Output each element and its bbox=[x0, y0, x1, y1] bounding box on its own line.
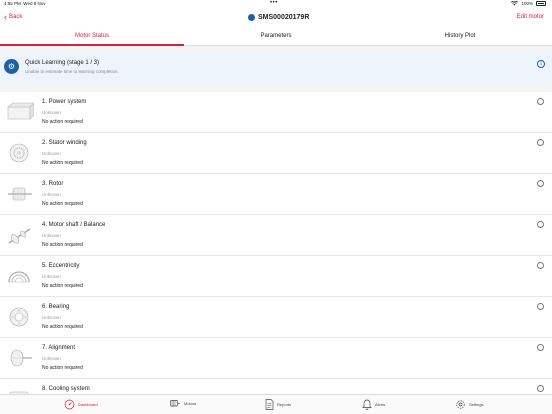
item-status: Unknown bbox=[42, 274, 61, 279]
motor-id: SMS00020179R bbox=[258, 14, 310, 21]
radio-indicator-icon[interactable] bbox=[537, 344, 544, 351]
motor-status-dot-icon bbox=[248, 14, 255, 21]
page-title: SMS00020179R bbox=[248, 14, 309, 21]
item-name: 6. Bearing bbox=[42, 304, 70, 310]
tab-parameters[interactable]: Parameters bbox=[184, 30, 368, 45]
item-name: 2. Stator winding bbox=[42, 140, 87, 146]
learning-title: Quick Learning (stage 1 / 3) bbox=[25, 60, 100, 66]
item-name: 8. Cooling system bbox=[42, 386, 90, 392]
rotor-icon bbox=[8, 187, 32, 201]
list-item[interactable]: 5. Eccentricity Unknown No action requir… bbox=[0, 256, 552, 297]
item-status: Unknown bbox=[42, 356, 61, 361]
dashboard-icon bbox=[64, 399, 75, 410]
list-item[interactable]: 4. Motor shaft / Balance Unknown No acti… bbox=[0, 215, 552, 256]
motor-shaft-icon bbox=[8, 228, 31, 244]
radio-indicator-icon[interactable] bbox=[537, 98, 544, 105]
bearing-icon bbox=[9, 307, 29, 327]
radio-indicator-icon[interactable] bbox=[537, 139, 544, 146]
reports-icon bbox=[265, 399, 274, 410]
battery-percent: 100% bbox=[521, 1, 533, 6]
alerts-icon bbox=[362, 399, 372, 410]
tab-label: Settings bbox=[469, 402, 484, 407]
list-item[interactable]: 3. Rotor Unknown No action required bbox=[0, 174, 552, 215]
item-action: No action required bbox=[42, 283, 83, 289]
segment-tabs: Motor Status Parameters History Plot bbox=[0, 30, 552, 46]
tab-settings[interactable]: Settings bbox=[455, 399, 483, 410]
bottom-tab-bar: Dashboard Motors Reports Alerts Settings bbox=[0, 394, 552, 414]
radio-indicator-icon[interactable] bbox=[537, 385, 544, 392]
status-right: 100% bbox=[511, 1, 546, 6]
back-button[interactable]: ‹ Back bbox=[4, 12, 23, 22]
learning-progress-icon: ⚙ bbox=[4, 59, 19, 74]
tab-dashboard[interactable]: Dashboard bbox=[64, 399, 98, 410]
item-status: Unknown bbox=[42, 151, 61, 156]
status-time-date: 4:55 PM Wed 8 Nov bbox=[4, 1, 45, 6]
tab-label: Alerts bbox=[375, 402, 386, 407]
item-status: Unknown bbox=[42, 192, 61, 197]
wifi-icon bbox=[511, 1, 519, 6]
radio-indicator-icon[interactable] bbox=[537, 221, 544, 228]
eccentricity-icon bbox=[8, 271, 30, 283]
edit-motor-button[interactable]: Edit motor bbox=[517, 14, 544, 20]
radio-indicator-icon[interactable] bbox=[537, 303, 544, 310]
list-item[interactable]: 6. Bearing Unknown No action required bbox=[0, 297, 552, 338]
radio-indicator-icon[interactable] bbox=[537, 262, 544, 269]
chevron-left-icon: ‹ bbox=[4, 12, 7, 22]
component-list: 1. Power system Unknown No action requir… bbox=[0, 92, 552, 414]
item-action: No action required bbox=[42, 242, 83, 248]
status-date: Wed 8 Nov bbox=[23, 1, 46, 6]
item-status: Unknown bbox=[42, 233, 61, 238]
list-item[interactable]: 2. Stator winding Unknown No action requ… bbox=[0, 133, 552, 174]
settings-icon bbox=[456, 400, 465, 409]
item-action: No action required bbox=[42, 365, 83, 371]
motors-icon bbox=[170, 400, 180, 407]
back-label: Back bbox=[9, 14, 23, 20]
learning-subtitle: Unable to estimate time to learning comp… bbox=[25, 69, 119, 74]
status-time: 4:55 PM bbox=[4, 1, 21, 6]
multitasking-dots[interactable]: ••• bbox=[270, 0, 278, 6]
learning-banner[interactable]: ⚙ Quick Learning (stage 1 / 3) Unable to… bbox=[0, 52, 552, 86]
info-icon[interactable]: i bbox=[537, 60, 545, 68]
item-action: No action required bbox=[42, 201, 83, 207]
item-name: 4. Motor shaft / Balance bbox=[42, 222, 106, 228]
power-system-icon bbox=[7, 102, 34, 120]
list-item[interactable]: 1. Power system Unknown No action requir… bbox=[0, 92, 552, 133]
item-name: 7. Alignment bbox=[42, 345, 76, 351]
item-name: 1. Power system bbox=[42, 99, 87, 105]
tab-label: Motors bbox=[184, 401, 197, 406]
tab-motors[interactable]: Motors bbox=[169, 399, 196, 408]
tab-label: Reports bbox=[277, 402, 292, 407]
item-name: 5. Eccentricity bbox=[42, 263, 80, 269]
list-item[interactable]: 7. Alignment Unknown No action required bbox=[0, 338, 552, 379]
item-name: 3. Rotor bbox=[42, 181, 64, 187]
item-action: No action required bbox=[42, 324, 83, 330]
alignment-icon bbox=[10, 349, 32, 367]
tab-history-plot[interactable]: History Plot bbox=[368, 30, 552, 45]
nav-bar: ‹ Back SMS00020179R Edit motor bbox=[0, 8, 552, 30]
battery-icon bbox=[536, 1, 546, 6]
tab-motor-status[interactable]: Motor Status bbox=[0, 30, 184, 46]
stator-winding-icon bbox=[9, 143, 29, 163]
tab-reports[interactable]: Reports bbox=[265, 399, 291, 410]
tab-label: Dashboard bbox=[78, 402, 98, 407]
radio-indicator-icon[interactable] bbox=[537, 180, 544, 187]
item-status: Unknown bbox=[42, 315, 61, 320]
tab-alerts[interactable]: Alerts bbox=[362, 399, 385, 410]
item-action: No action required bbox=[42, 160, 83, 166]
item-action: No action required bbox=[42, 119, 83, 125]
status-bar: 4:55 PM Wed 8 Nov ••• 100% bbox=[0, 0, 552, 8]
item-status: Unknown bbox=[42, 110, 61, 115]
